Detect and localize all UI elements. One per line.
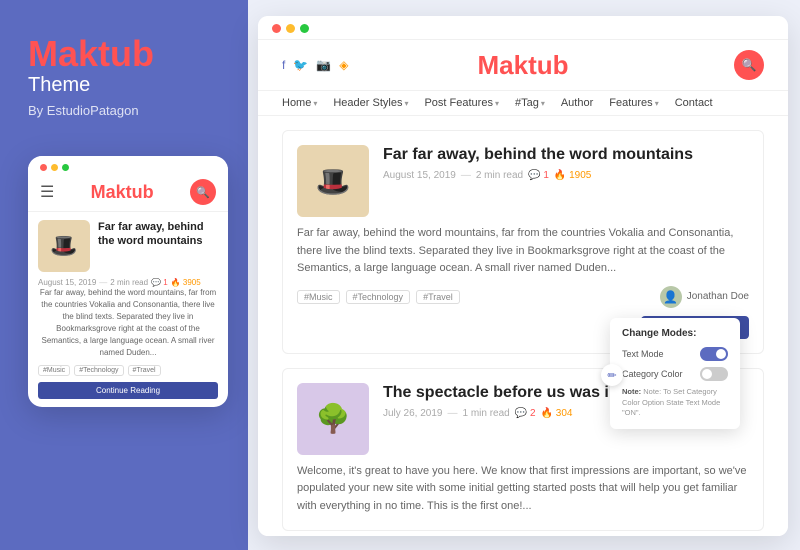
hamburger-icon[interactable]: ☰	[40, 182, 54, 202]
brand-title: Maktub	[28, 36, 154, 72]
nav-contact[interactable]: Contact	[675, 97, 713, 109]
article-1-footer: #Music #Technology #Travel 👤 Jonathan Do…	[297, 286, 749, 308]
desktop-mockup: f 🐦 📷 ◈ Maktub 🔍 Home ▾ Header Styles ▾ …	[258, 16, 788, 536]
article-1-meta: August 15, 2019 — 2 min read 💬 1 🔥 1905	[383, 170, 749, 181]
change-modes-panel: Change Modes: Text Mode Category Color N…	[610, 318, 740, 429]
nav-tag[interactable]: #Tag ▾	[515, 97, 545, 109]
right-panel: Change Modes: Text Mode Category Color N…	[248, 0, 800, 550]
author-area: 👤 Jonathan Doe	[660, 286, 749, 308]
article-1-thumbnail: 🎩	[297, 145, 369, 217]
dot-red	[40, 164, 47, 171]
change-modes-title: Change Modes:	[622, 328, 728, 339]
nav-post-features[interactable]: Post Features ▾	[424, 97, 499, 109]
mobile-top-bar	[28, 156, 228, 175]
category-color-label: Category Color	[622, 369, 683, 379]
mobile-article-tags: #Music #Technology #Travel	[38, 365, 218, 376]
mobile-article-body: Far far away, behind the word mountains,…	[38, 287, 218, 359]
instagram-icon[interactable]: 📷	[316, 58, 331, 72]
mobile-article-title: Far far away, behind the word mountains	[98, 220, 218, 249]
text-mode-toggle-row: Text Mode	[622, 347, 728, 361]
article-2-thumbnail: 🌳	[297, 383, 369, 455]
mobile-brand: Maktub	[91, 182, 154, 203]
mobile-header: ☰ Maktub 🔍	[28, 175, 228, 212]
article-1-title: Far far away, behind the word mountains	[383, 145, 749, 166]
dot-green	[62, 164, 69, 171]
tag-technology: #Technology	[74, 365, 123, 376]
social-icons: f 🐦 📷 ◈	[282, 58, 348, 72]
dot-yellow	[286, 24, 295, 33]
tag-music: #Music	[297, 290, 340, 304]
article-1-body: Far far away, behind the word mountains,…	[297, 225, 749, 278]
dot-green	[300, 24, 309, 33]
desktop-nav: Home ▾ Header Styles ▾ Post Features ▾ #…	[258, 91, 788, 116]
desktop-search-button[interactable]: 🔍	[734, 50, 764, 80]
left-panel: Maktub Theme By EstudioPatagon ☰ Maktub …	[0, 0, 248, 550]
author-avatar: 👤	[660, 286, 682, 308]
mobile-article-thumbnail: 🎩	[38, 220, 90, 272]
desktop-top-bar	[258, 16, 788, 40]
desktop-site-header: f 🐦 📷 ◈ Maktub 🔍	[258, 40, 788, 91]
mobile-window-dots	[40, 164, 69, 171]
nav-header-styles[interactable]: Header Styles ▾	[333, 97, 408, 109]
nav-author[interactable]: Author	[561, 97, 593, 109]
text-mode-toggle[interactable]	[700, 347, 728, 361]
brand-highlight: M	[28, 33, 58, 74]
article-1-top: 🎩 Far far away, behind the word mountain…	[297, 145, 749, 217]
category-color-toggle[interactable]	[700, 367, 728, 381]
pen-icon[interactable]: ✏	[601, 364, 623, 386]
article-1-info: Far far away, behind the word mountains …	[383, 145, 749, 181]
tag-technology: #Technology	[346, 290, 411, 304]
mobile-article: 🎩 Far far away, behind the word mountain…	[38, 220, 218, 272]
article-2-body: Welcome, it's great to have you here. We…	[297, 463, 749, 516]
mobile-mockup: ☰ Maktub 🔍 🎩 Far far away, behind the wo…	[28, 156, 228, 407]
dot-red	[272, 24, 281, 33]
text-mode-label: Text Mode	[622, 349, 664, 359]
mobile-search-button[interactable]: 🔍	[190, 179, 216, 205]
desktop-brand: Maktub	[477, 50, 568, 81]
dot-yellow	[51, 164, 58, 171]
nav-features[interactable]: Features ▾	[609, 97, 658, 109]
twitter-icon[interactable]: 🐦	[293, 58, 308, 72]
mobile-article-meta: August 15, 2019 — 2 min read 💬 1 🔥 3905	[38, 278, 218, 287]
change-modes-note: Note: Note: To Set Category Color Option…	[622, 387, 728, 419]
mobile-content: 🎩 Far far away, behind the word mountain…	[28, 212, 228, 407]
author-name: Jonathan Doe	[687, 291, 749, 302]
facebook-icon[interactable]: f	[282, 58, 285, 72]
desktop-window-dots	[272, 24, 309, 33]
mobile-article-info: Far far away, behind the word mountains	[98, 220, 218, 272]
tag-music: #Music	[38, 365, 70, 376]
nav-home[interactable]: Home ▾	[282, 97, 317, 109]
article-1-tags: #Music #Technology #Travel	[297, 290, 460, 304]
category-color-toggle-row: Category Color	[622, 367, 728, 381]
tag-travel: #Travel	[128, 365, 161, 376]
mobile-continue-reading-button[interactable]: Continue Reading	[38, 382, 218, 399]
rss-icon[interactable]: ◈	[339, 58, 348, 72]
brand-subtitle: Theme	[28, 74, 90, 97]
tag-travel: #Travel	[416, 290, 460, 304]
brand-by: By EstudioPatagon	[28, 103, 139, 118]
